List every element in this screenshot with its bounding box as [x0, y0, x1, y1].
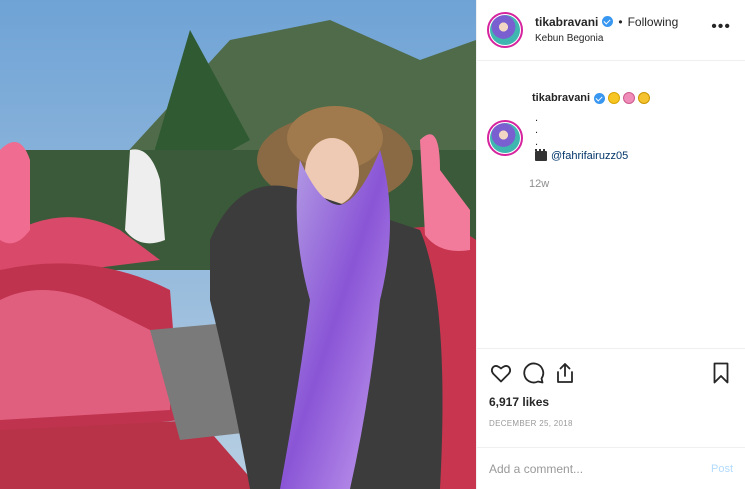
comment-box: Post	[477, 447, 745, 489]
following-button[interactable]: Following	[628, 15, 679, 29]
caption-timestamp: 12w	[529, 178, 550, 190]
caption-line: .	[535, 136, 539, 148]
verified-icon	[594, 92, 606, 104]
caption: tikabravani . . . @fahrifairuzz05 12w	[487, 92, 737, 190]
comment-input[interactable]	[489, 461, 711, 476]
avatar-image	[490, 15, 520, 45]
avatar[interactable]	[487, 12, 523, 48]
caption-header: tikabravani	[532, 92, 737, 104]
likes-count[interactable]: 6,917 likes	[489, 395, 733, 409]
caption-body: . . . @fahrifairuzz05	[487, 112, 737, 162]
post-button[interactable]: Post	[711, 463, 733, 475]
post-photo[interactable]	[0, 0, 476, 489]
photo-illustration	[0, 0, 476, 489]
mention-row: @fahrifairuzz05	[535, 149, 628, 162]
post-header: tikabravani • Following Kebun Begonia ••…	[477, 0, 745, 61]
instagram-post: tikabravani • Following Kebun Begonia ••…	[0, 0, 745, 489]
post-actions: 6,917 likes December 25, 2018	[477, 348, 745, 428]
caption-line: .	[535, 112, 539, 124]
verified-icon	[602, 16, 614, 28]
action-icons	[489, 359, 733, 387]
post-sidebar: tikabravani • Following Kebun Begonia ••…	[476, 0, 745, 489]
mention-link[interactable]: @fahrifairuzz05	[551, 150, 628, 162]
bookmark-icon[interactable]	[709, 361, 733, 385]
more-options-icon[interactable]: •••	[711, 19, 731, 35]
caption-avatar[interactable]	[487, 120, 523, 156]
avatar-image	[490, 123, 520, 153]
post-date: December 25, 2018	[489, 419, 573, 428]
sunflower-emoji-icon	[608, 92, 621, 104]
heart-icon[interactable]	[489, 361, 513, 385]
caption-text: . . . @fahrifairuzz05	[535, 112, 628, 162]
header-row: tikabravani • Following	[535, 15, 678, 29]
flamingo-left	[0, 142, 30, 244]
smile-emoji-icon	[638, 92, 651, 104]
caption-line: .	[535, 124, 539, 136]
caption-username[interactable]: tikabravani	[532, 92, 590, 104]
username-link[interactable]: tikabravani	[535, 15, 598, 29]
blossom-emoji-icon	[623, 92, 636, 104]
separator-dot: •	[618, 14, 623, 29]
share-icon[interactable]	[553, 361, 577, 385]
clapper-icon	[535, 149, 547, 161]
location-link[interactable]: Kebun Begonia	[535, 33, 678, 45]
header-text: tikabravani • Following Kebun Begonia	[535, 15, 678, 45]
comment-icon[interactable]	[521, 361, 545, 385]
